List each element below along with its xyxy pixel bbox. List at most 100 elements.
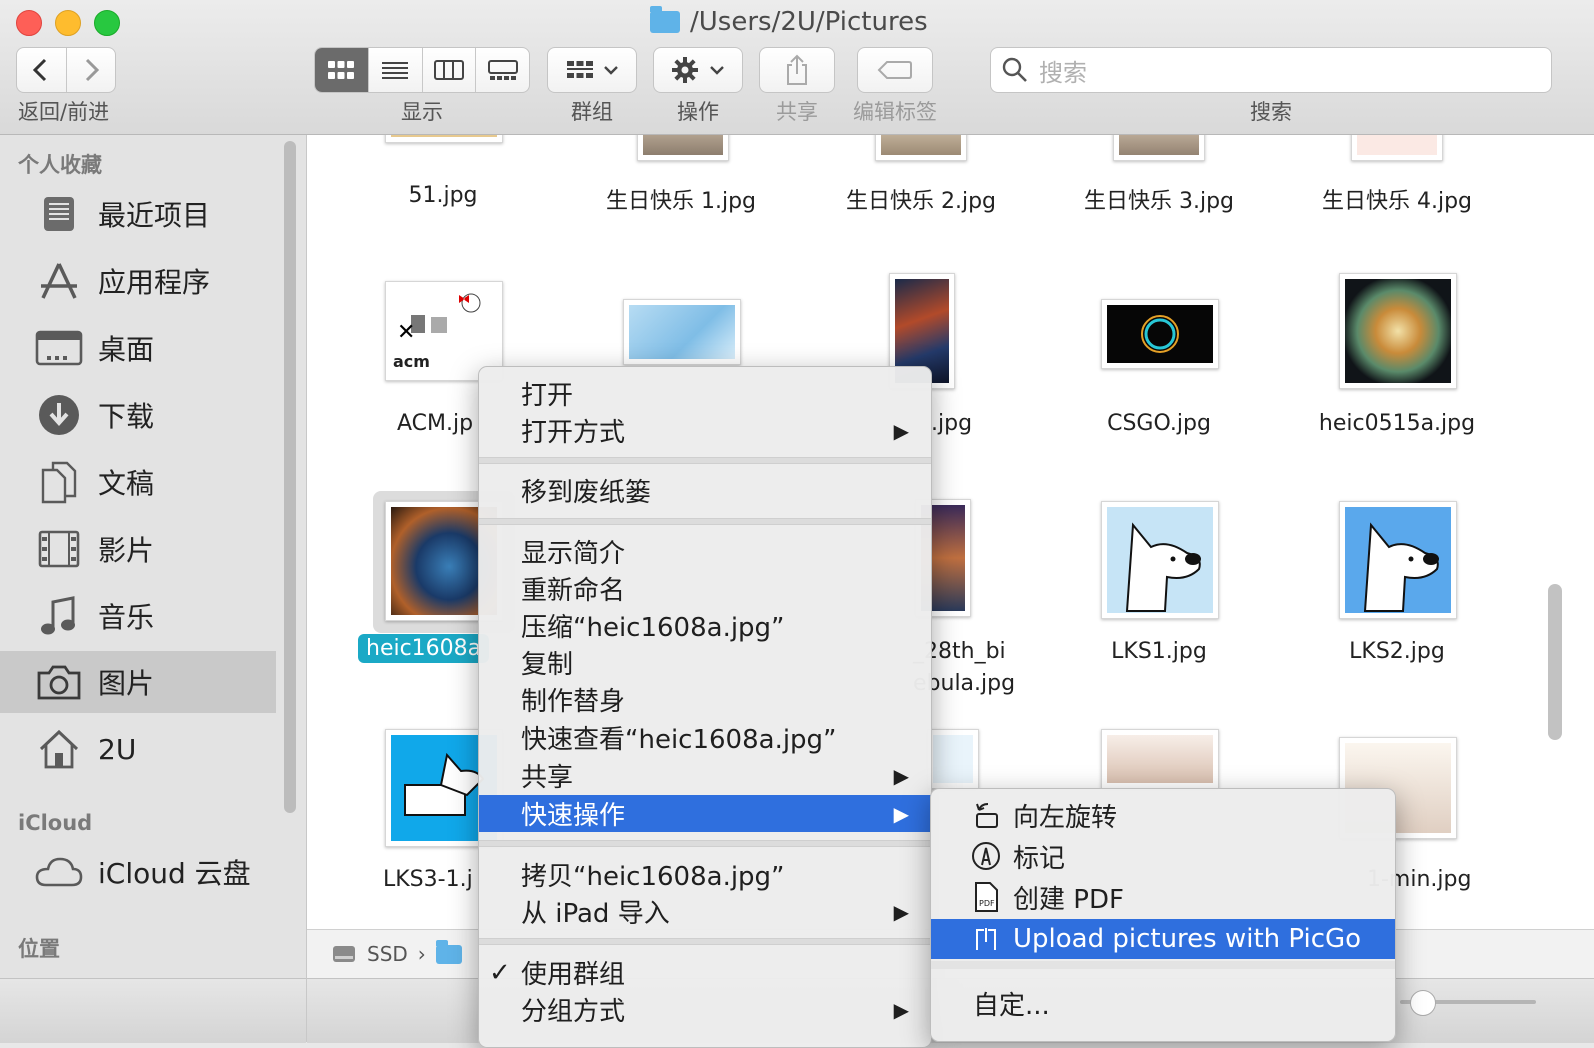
gallery-view-button[interactable] <box>476 48 529 92</box>
file-name[interactable]: 生日快乐 4.jpg <box>1287 183 1507 215</box>
thumbnail[interactable] <box>1101 729 1219 789</box>
file-name[interactable]: 生日快乐 1.jpg <box>571 183 791 215</box>
group-label: 群组 <box>571 100 613 124</box>
menu-item-import-from-ipad[interactable]: 从 iPad 导入 ▶ <box>479 893 931 930</box>
submenu-item-rotate-left[interactable]: 向左旋转 <box>931 795 1395 835</box>
dog-illustration <box>1125 522 1201 612</box>
menu-item-make-alias[interactable]: 制作替身 <box>479 681 931 718</box>
file-name[interactable]: heic0515a.jpg <box>1287 411 1507 436</box>
sidebar-item-downloads[interactable]: 下载 <box>0 384 276 446</box>
chevron-left-icon <box>33 58 47 82</box>
column-view-button[interactable] <box>423 48 477 92</box>
icon-view-icon <box>328 61 355 79</box>
thumbnail[interactable] <box>1113 135 1205 161</box>
icon-size-slider-thumb[interactable] <box>1410 990 1436 1016</box>
sidebar-item-recents[interactable]: 最近项目 <box>0 183 276 245</box>
submenu-arrow-icon: ▶ <box>893 899 909 924</box>
thumbnail[interactable] <box>875 135 967 161</box>
thumbnail[interactable] <box>1101 299 1219 369</box>
sidebar-item-music[interactable]: 音乐 <box>0 585 276 647</box>
close-window-button[interactable] <box>16 10 42 36</box>
edit-tags-button[interactable] <box>857 47 933 93</box>
maximize-window-button[interactable] <box>94 10 120 36</box>
icon-view-button[interactable] <box>315 48 369 92</box>
menu-item-quick-actions[interactable]: 快速操作 ▶ <box>479 795 931 832</box>
path-disk[interactable]: SSD <box>367 942 408 966</box>
menu-item-share[interactable]: 共享 ▶ <box>479 757 931 794</box>
minimize-window-button[interactable] <box>55 10 81 36</box>
folder-icon[interactable] <box>435 939 462 964</box>
menu-item-compress[interactable]: 压缩“heic1608a.jpg” <box>479 607 931 644</box>
menu-separator <box>479 938 931 945</box>
locations-header: 位置 <box>18 937 60 961</box>
menu-item-label: 从 iPad 导入 <box>521 899 670 929</box>
sidebar-item-home[interactable]: 2U <box>0 718 276 780</box>
submenu-arrow-icon: ▶ <box>893 418 909 443</box>
sidebar-item-pictures[interactable]: 图片 <box>0 651 276 713</box>
menu-item-label: 重新命名 <box>521 576 626 606</box>
submenu-item-label: 标记 <box>1013 843 1066 874</box>
search-label: 搜索 <box>1250 100 1292 124</box>
menu-item-rename[interactable]: 重新命名 <box>479 570 931 607</box>
submenu-item-picgo-upload[interactable]: Upload pictures with PicGo <box>931 919 1395 959</box>
menu-item-duplicate[interactable]: 复制 <box>479 644 931 681</box>
thumbnail[interactable] <box>1351 135 1443 161</box>
home-icon <box>34 727 84 771</box>
sidebar-item-movies[interactable]: 影片 <box>0 518 276 580</box>
file-name[interactable]: 生日快乐 3.jpg <box>1049 183 1269 215</box>
thumbnail[interactable] <box>637 135 729 161</box>
music-icon <box>34 594 84 638</box>
sidebar-item-applications[interactable]: 应用程序 <box>0 250 276 312</box>
menu-item-move-to-trash[interactable]: 移到废纸篓 <box>479 472 931 509</box>
submenu-item-create-pdf[interactable]: PDF 创建 PDF <box>931 877 1395 917</box>
action-label: 操作 <box>677 100 719 124</box>
cloud-icon <box>34 850 84 894</box>
context-menu: 打开 打开方式 ▶ 移到废纸篓 显示简介 重新命名 压缩“heic1608a.jp… <box>478 366 932 1048</box>
menu-item-copy[interactable]: 拷贝“heic1608a.jpg” <box>479 856 931 893</box>
submenu-arrow-icon: ▶ <box>893 997 909 1022</box>
back-button[interactable] <box>17 48 67 92</box>
markup-icon <box>971 841 1001 871</box>
menu-item-label: 拷贝“heic1608a.jpg” <box>521 862 785 892</box>
main-scrollbar[interactable] <box>1548 584 1562 740</box>
movies-icon <box>34 527 84 571</box>
search-field[interactable]: 搜索 <box>990 47 1552 93</box>
sidebar-item-icloud-drive[interactable]: iCloud 云盘 <box>0 841 276 903</box>
submenu-item-label: Upload pictures with PicGo <box>1013 924 1362 954</box>
submenu-item-customize[interactable]: 自定... <box>931 983 1395 1023</box>
window-toolbar: /Users/2U/Pictures 返回/前进 显示 群组 操作 共享 编辑标… <box>0 0 1594 135</box>
menu-item-open-with[interactable]: 打开方式 ▶ <box>479 412 931 449</box>
share-button[interactable] <box>759 47 835 93</box>
thumbnail[interactable] <box>927 729 979 789</box>
window-title-text: /Users/2U/Pictures <box>690 7 928 37</box>
file-name[interactable]: LKS2.jpg <box>1287 639 1507 664</box>
forward-button[interactable] <box>67 48 116 92</box>
menu-item-group-by[interactable]: 分组方式 ▶ <box>479 991 931 1028</box>
sidebar-item-documents[interactable]: 文稿 <box>0 451 276 513</box>
menu-item-get-info[interactable]: 显示简介 <box>479 533 931 570</box>
selected-file-label[interactable]: heic1608a <box>358 634 490 663</box>
thumbnail-lks1[interactable] <box>1101 501 1219 619</box>
file-name[interactable]: 生日快乐 2.jpg <box>811 183 1031 215</box>
list-view-button[interactable] <box>369 48 423 92</box>
thumbnail[interactable] <box>1339 273 1457 389</box>
file-name[interactable]: LKS1.jpg <box>1049 639 1269 664</box>
menu-item-open[interactable]: 打开 <box>479 375 931 412</box>
action-button[interactable] <box>653 47 743 93</box>
sidebar-scrollbar[interactable] <box>284 141 296 813</box>
group-button[interactable] <box>547 47 637 93</box>
file-name[interactable]: CSGO.jpg <box>1049 411 1269 436</box>
upload-icon <box>971 924 1001 954</box>
thumbnail[interactable] <box>385 135 503 143</box>
menu-item-quick-look[interactable]: 快速查看“heic1608a.jpg” <box>479 719 931 756</box>
share-label: 共享 <box>776 100 818 124</box>
thumbnail-lks2[interactable] <box>1339 501 1457 619</box>
menu-item-use-groups[interactable]: ✓ 使用群组 <box>479 954 931 991</box>
thumbnail[interactable] <box>623 299 741 365</box>
submenu-item-markup[interactable]: 标记 <box>931 836 1395 876</box>
pdf-icon: PDF <box>971 882 1001 912</box>
menu-item-label: 共享 <box>521 763 574 793</box>
file-name[interactable]: 51.jpg <box>333 183 553 208</box>
sidebar-item-desktop[interactable]: 桌面 <box>0 317 276 379</box>
menu-item-label: 制作替身 <box>521 687 626 717</box>
